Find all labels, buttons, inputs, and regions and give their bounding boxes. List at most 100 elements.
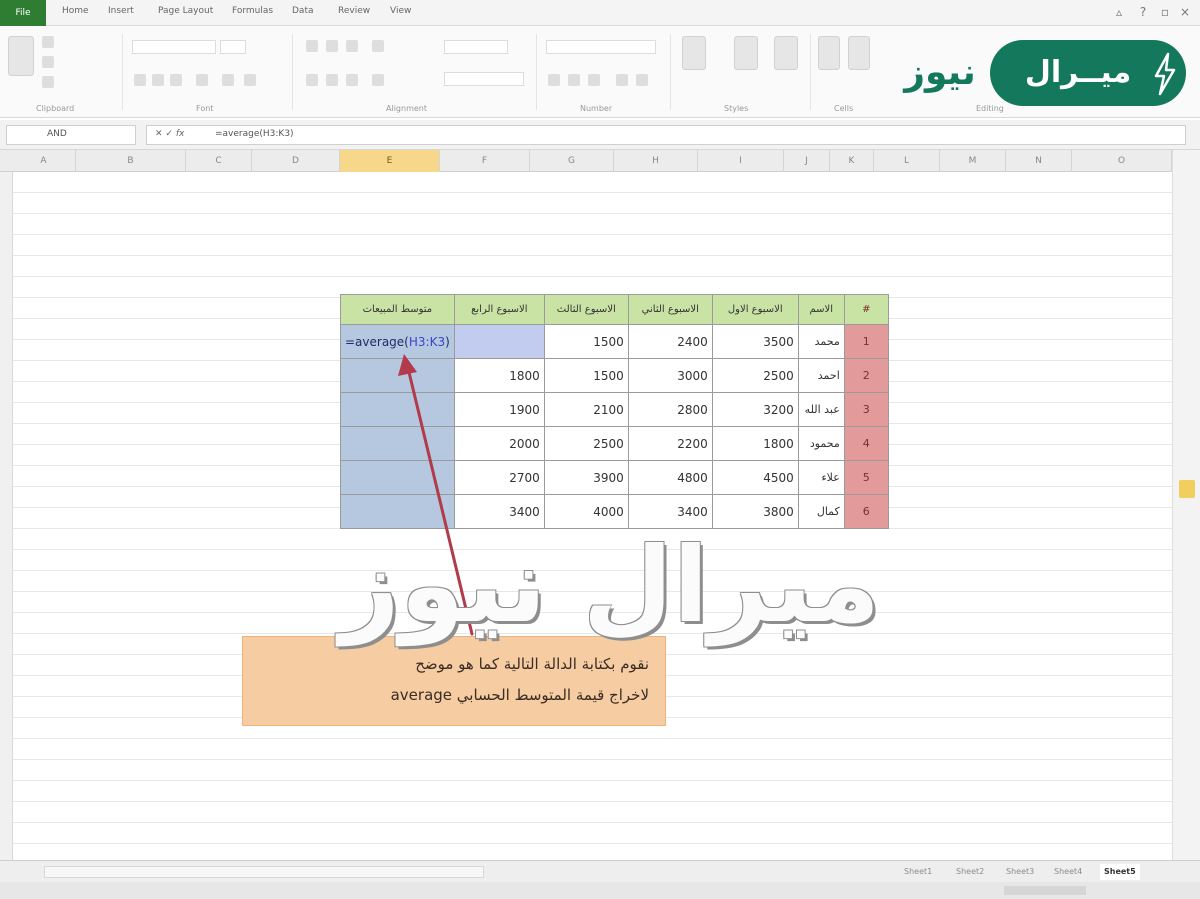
align-middle-icon[interactable] bbox=[326, 40, 338, 52]
cell-name[interactable]: عبد الله bbox=[797, 392, 845, 427]
column-header-m[interactable]: M bbox=[940, 150, 1006, 172]
header-week4[interactable]: الاسبوع الرابع bbox=[453, 294, 545, 325]
align-top-icon[interactable] bbox=[306, 40, 318, 52]
column-header-d[interactable]: D bbox=[252, 150, 340, 172]
currency-icon[interactable] bbox=[548, 74, 560, 86]
cut-icon[interactable] bbox=[42, 36, 54, 48]
cell-week1[interactable]: 3500 bbox=[711, 324, 799, 359]
column-header-e[interactable]: E bbox=[340, 150, 440, 172]
format-painter-icon[interactable] bbox=[42, 76, 54, 88]
comma-icon[interactable] bbox=[588, 74, 600, 86]
cell-week4[interactable]: 1900 bbox=[453, 392, 545, 427]
column-header-f[interactable]: F bbox=[440, 150, 530, 172]
cell-styles-icon[interactable] bbox=[774, 36, 798, 70]
file-tab[interactable]: File bbox=[0, 0, 46, 26]
cell-average[interactable] bbox=[340, 460, 455, 495]
close-icon[interactable]: × bbox=[1178, 5, 1192, 19]
fill-color-icon[interactable] bbox=[222, 74, 234, 86]
cell-week1[interactable]: 3200 bbox=[711, 392, 799, 427]
formula-buttons[interactable]: ✕ ✓ fx bbox=[155, 129, 184, 139]
tab-page-layout[interactable]: Page Layout bbox=[158, 6, 213, 16]
column-header-g[interactable]: G bbox=[530, 150, 614, 172]
align-right-icon[interactable] bbox=[346, 74, 358, 86]
insert-cells-icon[interactable] bbox=[818, 36, 840, 70]
align-bottom-icon[interactable] bbox=[346, 40, 358, 52]
column-header-o[interactable]: O bbox=[1072, 150, 1172, 172]
copy-icon[interactable] bbox=[42, 56, 54, 68]
cell-row-number[interactable]: 4 bbox=[843, 426, 889, 461]
vertical-scrollbar[interactable] bbox=[1172, 150, 1200, 862]
column-header-k[interactable]: K bbox=[830, 150, 874, 172]
font-name-combo[interactable] bbox=[132, 40, 216, 54]
name-box[interactable]: AND bbox=[6, 125, 136, 145]
borders-icon[interactable] bbox=[196, 74, 208, 86]
align-center-icon[interactable] bbox=[326, 74, 338, 86]
merge-center-button[interactable] bbox=[444, 72, 524, 86]
cell-week4[interactable]: 2700 bbox=[453, 460, 545, 495]
column-header-b[interactable]: B bbox=[76, 150, 186, 172]
cell-week2[interactable]: 4800 bbox=[627, 460, 713, 495]
cell-week1[interactable]: 1800 bbox=[711, 426, 799, 461]
delete-cells-icon[interactable] bbox=[848, 36, 870, 70]
cell-week3[interactable]: 2100 bbox=[543, 392, 629, 427]
decrease-decimal-icon[interactable] bbox=[636, 74, 648, 86]
cell-name[interactable]: محمد bbox=[797, 324, 845, 359]
column-header-h[interactable]: H bbox=[614, 150, 698, 172]
column-header-j[interactable]: J bbox=[784, 150, 830, 172]
conditional-formatting-icon[interactable] bbox=[682, 36, 706, 70]
underline-icon[interactable] bbox=[170, 74, 182, 86]
cell-name[interactable]: علاء bbox=[797, 460, 845, 495]
cell-week2[interactable]: 2800 bbox=[627, 392, 713, 427]
cell-week3[interactable]: 3900 bbox=[543, 460, 629, 495]
cell-week4[interactable] bbox=[453, 324, 545, 359]
help-circle-icon[interactable]: ? bbox=[1136, 5, 1150, 19]
orientation-icon[interactable] bbox=[372, 40, 384, 52]
cell-row-number[interactable]: 1 bbox=[843, 324, 889, 359]
cell-name[interactable]: احمد bbox=[797, 358, 845, 393]
sheet-tab-active[interactable]: Sheet5 bbox=[1100, 864, 1140, 880]
tab-insert[interactable]: Insert bbox=[108, 6, 134, 16]
tab-review[interactable]: Review bbox=[338, 6, 370, 16]
increase-decimal-icon[interactable] bbox=[616, 74, 628, 86]
header-week1[interactable]: الاسبوع الاول bbox=[711, 294, 799, 325]
help-icon[interactable]: ▵ bbox=[1112, 5, 1126, 19]
cell-week4[interactable]: 2000 bbox=[453, 426, 545, 461]
cell-average[interactable] bbox=[340, 358, 455, 393]
cell-week3[interactable]: 2500 bbox=[543, 426, 629, 461]
cell-week2[interactable]: 3000 bbox=[627, 358, 713, 393]
percent-icon[interactable] bbox=[568, 74, 580, 86]
horizontal-scrollbar[interactable] bbox=[44, 866, 484, 878]
cell-row-number[interactable]: 3 bbox=[843, 392, 889, 427]
sheet-tab[interactable]: Sheet2 bbox=[956, 864, 984, 880]
font-size-combo[interactable] bbox=[220, 40, 246, 54]
cell-week1[interactable]: 4500 bbox=[711, 460, 799, 495]
formula-input[interactable]: =average(H3:K3) bbox=[215, 129, 294, 139]
italic-icon[interactable] bbox=[152, 74, 164, 86]
zoom-slider[interactable] bbox=[1004, 886, 1086, 895]
formula-input-area[interactable]: ✕ ✓ fx =average(H3:K3) bbox=[146, 125, 1186, 145]
tab-home[interactable]: Home bbox=[62, 6, 89, 16]
vertical-scroll-thumb[interactable] bbox=[1179, 480, 1195, 498]
cell-week3[interactable]: 1500 bbox=[543, 358, 629, 393]
cell-week2[interactable]: 2400 bbox=[627, 324, 713, 359]
column-header-c[interactable]: C bbox=[186, 150, 252, 172]
header-name[interactable]: الاسم bbox=[797, 294, 845, 325]
restore-icon[interactable]: ▫ bbox=[1158, 5, 1172, 19]
cell-average[interactable] bbox=[340, 426, 455, 461]
sheet-tab[interactable]: Sheet1 bbox=[904, 864, 932, 880]
sheet-tab[interactable]: Sheet3 bbox=[1006, 864, 1034, 880]
cell-week1[interactable]: 2500 bbox=[711, 358, 799, 393]
tab-formulas[interactable]: Formulas bbox=[232, 6, 273, 16]
number-format-combo[interactable] bbox=[546, 40, 656, 54]
sheet-tab[interactable]: Sheet4 bbox=[1054, 864, 1082, 880]
formula-cell[interactable]: =average(H3:K3) bbox=[340, 324, 455, 359]
cell-row-number[interactable]: 5 bbox=[843, 460, 889, 495]
column-header-l[interactable]: L bbox=[874, 150, 940, 172]
indent-icon[interactable] bbox=[372, 74, 384, 86]
paste-icon[interactable] bbox=[8, 36, 34, 76]
column-header-i[interactable]: I bbox=[698, 150, 784, 172]
cell-week4[interactable]: 1800 bbox=[453, 358, 545, 393]
cell-row-number[interactable]: 2 bbox=[843, 358, 889, 393]
header-week3[interactable]: الاسبوع الثالث bbox=[543, 294, 629, 325]
bold-icon[interactable] bbox=[134, 74, 146, 86]
